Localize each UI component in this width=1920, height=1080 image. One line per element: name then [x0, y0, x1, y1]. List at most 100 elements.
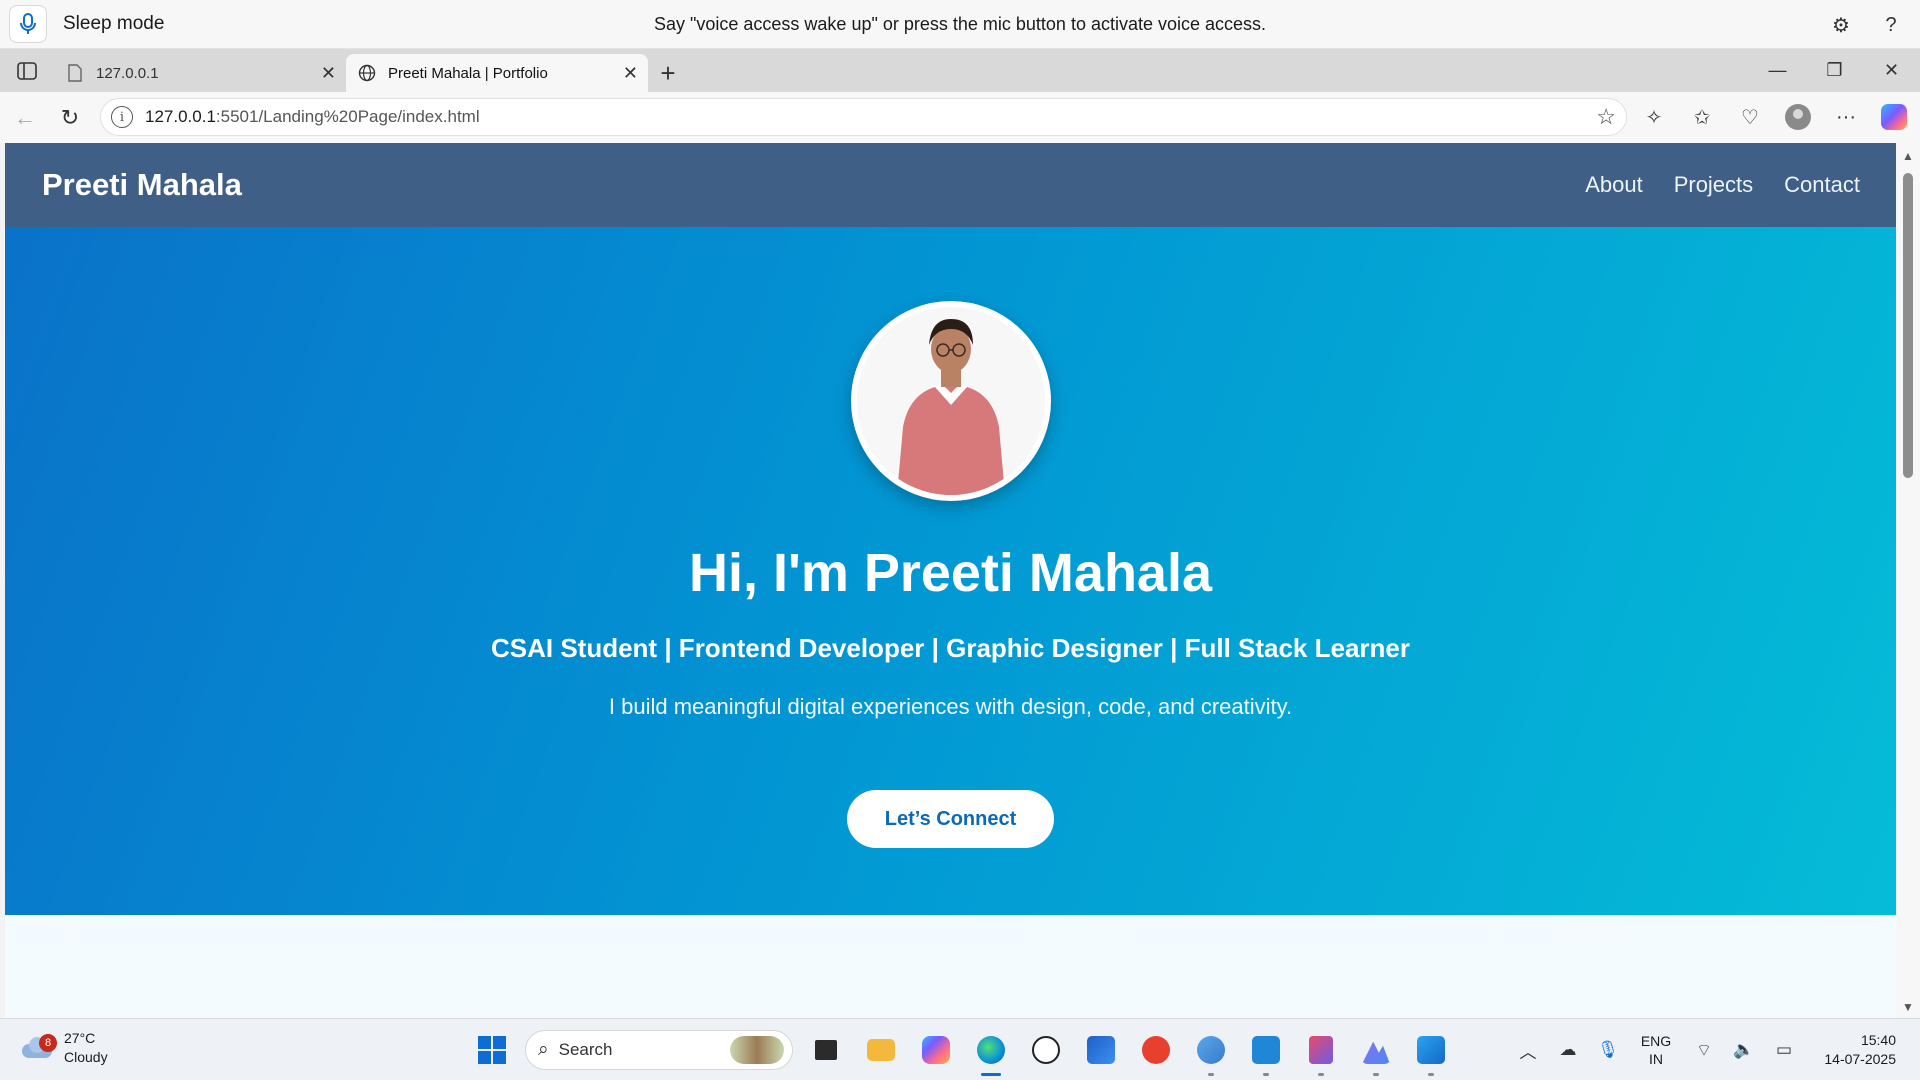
windows-logo-part — [493, 1036, 506, 1049]
hero-description: I build meaningful digital experiences w… — [608, 694, 1293, 719]
copilot-button[interactable] — [1878, 98, 1910, 136]
wifi-icon: ⌔ — [1696, 1040, 1712, 1060]
paint-button[interactable] — [1354, 1028, 1398, 1076]
file-explorer-button[interactable] — [859, 1028, 903, 1072]
dell-button[interactable] — [1024, 1028, 1068, 1072]
voice-status-label: Sleep mode — [63, 13, 165, 34]
ellipsis-icon: ··· — [1836, 105, 1856, 128]
wps-office-button[interactable] — [1134, 1028, 1178, 1072]
search-icon: ⌕ — [538, 1039, 549, 1060]
minimize-button[interactable]: — — [1749, 49, 1806, 92]
heart-pulse-icon: ♡ — [1741, 106, 1759, 129]
voice-hint-text: Say "voice access wake up" or press the … — [653, 13, 1267, 34]
close-window-button[interactable]: ✕ — [1863, 49, 1920, 92]
new-tab-button[interactable]: + — [648, 54, 688, 92]
tab-localhost[interactable]: 127.0.0.1 ✕ — [54, 54, 346, 92]
minimize-icon: — — [1768, 60, 1787, 80]
task-view-button[interactable] — [804, 1028, 848, 1072]
voice-help-button[interactable]: ? — [1876, 10, 1906, 40]
restore-button[interactable]: ❐ — [1806, 49, 1863, 92]
close-icon[interactable]: ✕ — [321, 63, 336, 84]
nav-link-contact[interactable]: Contact — [1784, 172, 1860, 198]
clock[interactable]: 15:40 14-07-2025 — [1804, 1031, 1896, 1069]
copilot-taskbar-button[interactable] — [914, 1028, 958, 1072]
speaker-icon: 🔈 — [1733, 1040, 1755, 1059]
scroll-down-arrow-icon[interactable]: ▼ — [1902, 1000, 1914, 1014]
favorites-icon: ✩ — [1693, 106, 1711, 129]
weather-widget[interactable]: 8 27°C Cloudy — [20, 1029, 108, 1067]
weather-temp: 27°C — [64, 1030, 96, 1046]
address-bar[interactable]: i 127.0.0.1:5501/Landing%20Page/index.ht… — [100, 98, 1627, 136]
help-icon: ? — [1885, 13, 1897, 36]
wifi-button[interactable]: ⌔ — [1684, 1040, 1724, 1061]
close-icon[interactable]: ✕ — [623, 63, 638, 84]
vs-code-button[interactable] — [1244, 1028, 1288, 1076]
refresh-button[interactable]: ↻ — [50, 98, 90, 138]
tab-title: Preeti Mahala | Portfolio — [388, 64, 548, 82]
task-view-icon — [815, 1040, 837, 1060]
restore-icon: ❐ — [1826, 60, 1843, 80]
windows-logo-icon — [478, 1036, 491, 1049]
page-icon — [66, 64, 84, 82]
url-path: :5501/Landing%20Page/index.html — [215, 107, 480, 126]
wps-icon — [1142, 1036, 1170, 1064]
voice-settings-button[interactable]: ⚙ — [1826, 10, 1856, 40]
gear-icon: ⚙ — [1832, 14, 1850, 37]
url-text[interactable]: 127.0.0.1:5501/Landing%20Page/index.html — [145, 107, 480, 127]
back-button[interactable]: ← — [5, 98, 45, 138]
favorites-button[interactable]: ✩ — [1686, 98, 1718, 136]
windows-logo-part — [493, 1051, 506, 1064]
notification-badge: 8 — [39, 1034, 57, 1052]
site-brand[interactable]: Preeti Mahala — [42, 167, 242, 203]
taskbar-search[interactable]: ⌕ Search — [525, 1030, 793, 1070]
site-info-icon[interactable]: i — [111, 106, 133, 128]
show-hidden-icons-button[interactable]: ︿ — [1508, 1038, 1548, 1063]
onedrive-button[interactable]: ☁ — [1548, 1040, 1588, 1060]
store-button[interactable] — [1079, 1028, 1123, 1072]
scissors-icon — [1309, 1036, 1333, 1064]
copilot-icon — [922, 1036, 950, 1064]
copilot-icon — [1881, 104, 1907, 130]
language-indicator[interactable]: ENG IN — [1628, 1032, 1684, 1068]
plus-icon: + — [660, 57, 676, 88]
page-scrollbar[interactable]: ▲ ▼ — [1896, 143, 1920, 1018]
tab-portfolio[interactable]: Preeti Mahala | Portfolio ✕ — [346, 54, 648, 92]
scroll-up-arrow-icon[interactable]: ▲ — [1902, 149, 1914, 163]
edge-button[interactable] — [969, 1028, 1013, 1076]
globe-icon — [358, 64, 376, 82]
lets-connect-button[interactable]: Let’s Connect — [847, 790, 1054, 848]
browser-essentials-button[interactable]: ♡ — [1734, 98, 1766, 136]
hero-tagline: CSAI Student | Frontend Developer | Grap… — [490, 633, 1410, 663]
store-icon — [1087, 1036, 1115, 1064]
weather-condition: Cloudy — [64, 1049, 108, 1065]
voice-mic-button[interactable] — [9, 5, 47, 43]
photos-icon — [1417, 1036, 1445, 1064]
scrollbar-thumb[interactable] — [1903, 173, 1913, 478]
microphone-icon — [20, 13, 36, 34]
search-placeholder: Search — [558, 1040, 613, 1059]
more-menu-button[interactable]: ··· — [1830, 98, 1862, 136]
snipping-tool-button[interactable] — [1299, 1028, 1343, 1076]
vs-code-icon — [1252, 1036, 1280, 1064]
favorite-star-icon[interactable]: ☆ — [1596, 104, 1616, 130]
clock-date: 14-07-2025 — [1824, 1051, 1896, 1067]
volume-button[interactable]: 🔈 — [1724, 1040, 1764, 1060]
extensions-button[interactable]: ✧ — [1638, 98, 1670, 136]
nav-link-about[interactable]: About — [1585, 172, 1643, 198]
chevron-up-icon: ︿ — [1519, 1042, 1537, 1062]
tab-actions-button[interactable] — [0, 49, 54, 92]
search-highlight-image — [730, 1036, 784, 1064]
hero-heading: Hi, I'm Preeti Mahala — [688, 543, 1213, 603]
battery-button[interactable]: ▭ — [1764, 1040, 1804, 1060]
nav-link-projects[interactable]: Projects — [1674, 172, 1753, 198]
url-host: 127.0.0.1 — [145, 107, 216, 126]
tray-mic-button[interactable]: 🎙 — [1588, 1040, 1628, 1060]
profile-button[interactable] — [1782, 98, 1814, 136]
mountain-icon — [1362, 1041, 1390, 1064]
folder-icon — [867, 1039, 895, 1061]
teams-button[interactable] — [1189, 1028, 1233, 1076]
photos-button[interactable] — [1409, 1028, 1453, 1076]
start-button[interactable] — [470, 1028, 514, 1072]
windows-logo-part — [478, 1051, 491, 1064]
close-icon: ✕ — [1883, 60, 1900, 80]
